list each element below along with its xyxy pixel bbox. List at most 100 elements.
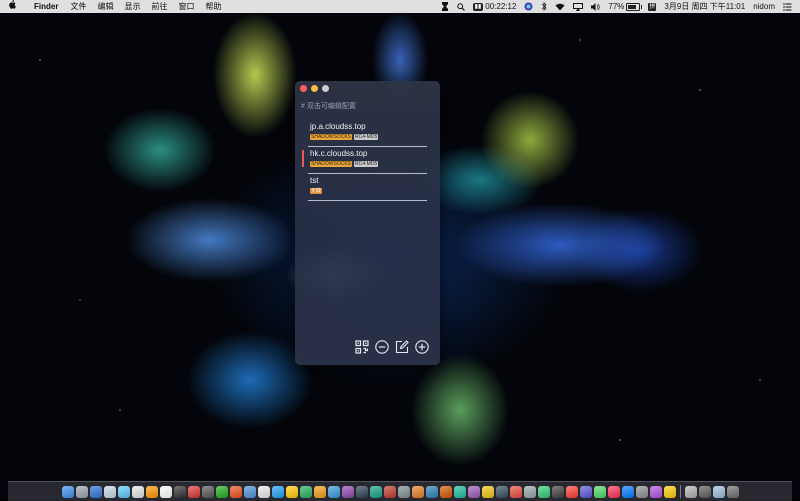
app-dock-icon[interactable] bbox=[89, 485, 102, 498]
app-dock-icon[interactable] bbox=[229, 485, 242, 498]
app-dock-icon[interactable] bbox=[145, 485, 158, 498]
menu-edit[interactable]: 编辑 bbox=[97, 1, 113, 12]
protocol-badge: SHADOWSOCKS bbox=[310, 134, 353, 140]
timer-status[interactable]: ▮▮ 00:22:12 bbox=[472, 0, 517, 13]
window-minimize-button[interactable] bbox=[311, 85, 318, 92]
menu-window[interactable]: 窗口 bbox=[178, 1, 194, 12]
app-dock-icon[interactable] bbox=[355, 485, 368, 498]
app-dock-icon[interactable] bbox=[313, 485, 326, 498]
server-item[interactable]: jp.a.cloudss.top SHADOWSOCKS RC4-MD5 bbox=[305, 122, 427, 147]
app-dock-icon[interactable] bbox=[397, 485, 410, 498]
app-dock-icon[interactable] bbox=[453, 485, 466, 498]
add-icon[interactable] bbox=[415, 340, 429, 354]
app-dock-icon[interactable] bbox=[117, 485, 130, 498]
server-item[interactable]: tst 无效 bbox=[305, 176, 427, 201]
invalid-badge: 无效 bbox=[310, 188, 323, 194]
app-dock-icon[interactable] bbox=[467, 485, 480, 498]
menu-file[interactable]: 文件 bbox=[70, 1, 86, 12]
app-dock-icon[interactable] bbox=[103, 485, 116, 498]
app-dock-icon[interactable] bbox=[579, 485, 592, 498]
finder-dock-icon[interactable] bbox=[61, 485, 74, 498]
qr-code-icon[interactable] bbox=[355, 340, 369, 354]
user-menu[interactable]: nidom bbox=[753, 0, 775, 13]
trash-dock-icon[interactable] bbox=[726, 485, 739, 498]
window-close-button[interactable] bbox=[300, 85, 307, 92]
shadowsocks-status-icon[interactable] bbox=[441, 2, 449, 11]
server-divider bbox=[308, 146, 427, 147]
airplay-icon[interactable] bbox=[573, 2, 584, 11]
timer-icon: ▮▮ bbox=[472, 2, 484, 11]
menu-view[interactable]: 显示 bbox=[124, 1, 140, 12]
server-host: tst bbox=[310, 176, 319, 185]
app-dock-icon[interactable] bbox=[607, 485, 620, 498]
remove-icon[interactable] bbox=[375, 340, 389, 354]
wifi-icon[interactable] bbox=[555, 3, 565, 11]
menu-go[interactable]: 前往 bbox=[151, 1, 167, 12]
bluetooth-icon[interactable] bbox=[541, 2, 547, 11]
app-dock-icon[interactable] bbox=[481, 485, 494, 498]
app-dock-icon[interactable] bbox=[537, 485, 550, 498]
input-method-icon: 拼 bbox=[648, 2, 657, 11]
server-divider bbox=[308, 173, 427, 174]
app-dock-icon[interactable] bbox=[663, 485, 676, 498]
spotlight-search-icon[interactable] bbox=[456, 2, 465, 11]
app-dock-icon[interactable] bbox=[509, 485, 522, 498]
app-dock-icon[interactable] bbox=[383, 485, 396, 498]
app-dock-icon[interactable] bbox=[131, 485, 144, 498]
input-method-status[interactable]: 拼 bbox=[648, 2, 657, 11]
app-dock-icon[interactable] bbox=[201, 485, 214, 498]
method-badge: RC4-MD5 bbox=[354, 134, 379, 140]
menu-help[interactable]: 帮助 bbox=[205, 1, 221, 12]
server-item-active[interactable]: hk.c.cloudss.top SHADOWSOCKS RC4-MD5 bbox=[302, 149, 427, 174]
app-dock-icon[interactable] bbox=[411, 485, 424, 498]
app-dock-icon[interactable] bbox=[593, 485, 606, 498]
server-host: hk.c.cloudss.top bbox=[310, 149, 368, 158]
battery-icon bbox=[626, 2, 643, 11]
app-dock-icon[interactable] bbox=[159, 485, 172, 498]
clock[interactable]: 3月9日 周四 下午11:01 bbox=[664, 0, 745, 13]
app-dock-icon[interactable] bbox=[649, 485, 662, 498]
app-dock-icon[interactable] bbox=[75, 485, 88, 498]
siri-icon[interactable] bbox=[524, 2, 533, 11]
window-zoom-button[interactable] bbox=[322, 85, 329, 92]
app-dock-icon[interactable] bbox=[439, 485, 452, 498]
edit-hint: # 双击可编辑配置 bbox=[301, 103, 356, 110]
app-dock-icon[interactable] bbox=[285, 485, 298, 498]
app-dock-icon[interactable] bbox=[621, 485, 634, 498]
timer-value: 00:22:12 bbox=[485, 2, 517, 11]
app-dock-icon[interactable] bbox=[173, 485, 186, 498]
dock-separator bbox=[679, 485, 681, 498]
battery-status[interactable]: 77% bbox=[608, 0, 643, 13]
app-dock-icon[interactable] bbox=[327, 485, 340, 498]
app-dock-icon[interactable] bbox=[271, 485, 284, 498]
app-dock-icon[interactable] bbox=[523, 485, 536, 498]
app-dock-icon[interactable] bbox=[551, 485, 564, 498]
volume-icon[interactable] bbox=[591, 2, 601, 11]
app-dock-icon[interactable] bbox=[698, 485, 711, 498]
app-dock-icon[interactable] bbox=[187, 485, 200, 498]
apple-logo-icon[interactable] bbox=[8, 0, 22, 13]
server-divider bbox=[308, 200, 427, 201]
menu-app-finder[interactable]: Finder bbox=[34, 2, 58, 11]
server-tags: SHADOWSOCKS RC4-MD5 bbox=[310, 134, 379, 140]
battery-percent: 77% bbox=[608, 2, 625, 11]
window-controls bbox=[300, 85, 329, 92]
menu-bar: Finder 文件 编辑 显示 前往 窗口 帮助 ▮▮ 00:22:12 77%… bbox=[0, 0, 800, 13]
app-dock-icon[interactable] bbox=[257, 485, 270, 498]
app-dock-icon[interactable] bbox=[425, 485, 438, 498]
dock bbox=[8, 481, 792, 501]
server-config-window[interactable]: # 双击可编辑配置 jp.a.cloudss.top SHADOWSOCKS R… bbox=[295, 81, 440, 365]
app-dock-icon[interactable] bbox=[684, 485, 697, 498]
app-dock-icon[interactable] bbox=[341, 485, 354, 498]
app-dock-icon[interactable] bbox=[243, 485, 256, 498]
app-dock-icon[interactable] bbox=[565, 485, 578, 498]
app-dock-icon[interactable] bbox=[215, 485, 228, 498]
notification-center-icon[interactable] bbox=[783, 2, 792, 11]
edit-icon[interactable] bbox=[395, 340, 409, 354]
app-dock-icon[interactable] bbox=[712, 485, 725, 498]
app-dock-icon[interactable] bbox=[369, 485, 382, 498]
app-dock-icon[interactable] bbox=[635, 485, 648, 498]
app-dock-icon[interactable] bbox=[299, 485, 312, 498]
app-dock-icon[interactable] bbox=[495, 485, 508, 498]
window-toolbar bbox=[355, 340, 429, 354]
